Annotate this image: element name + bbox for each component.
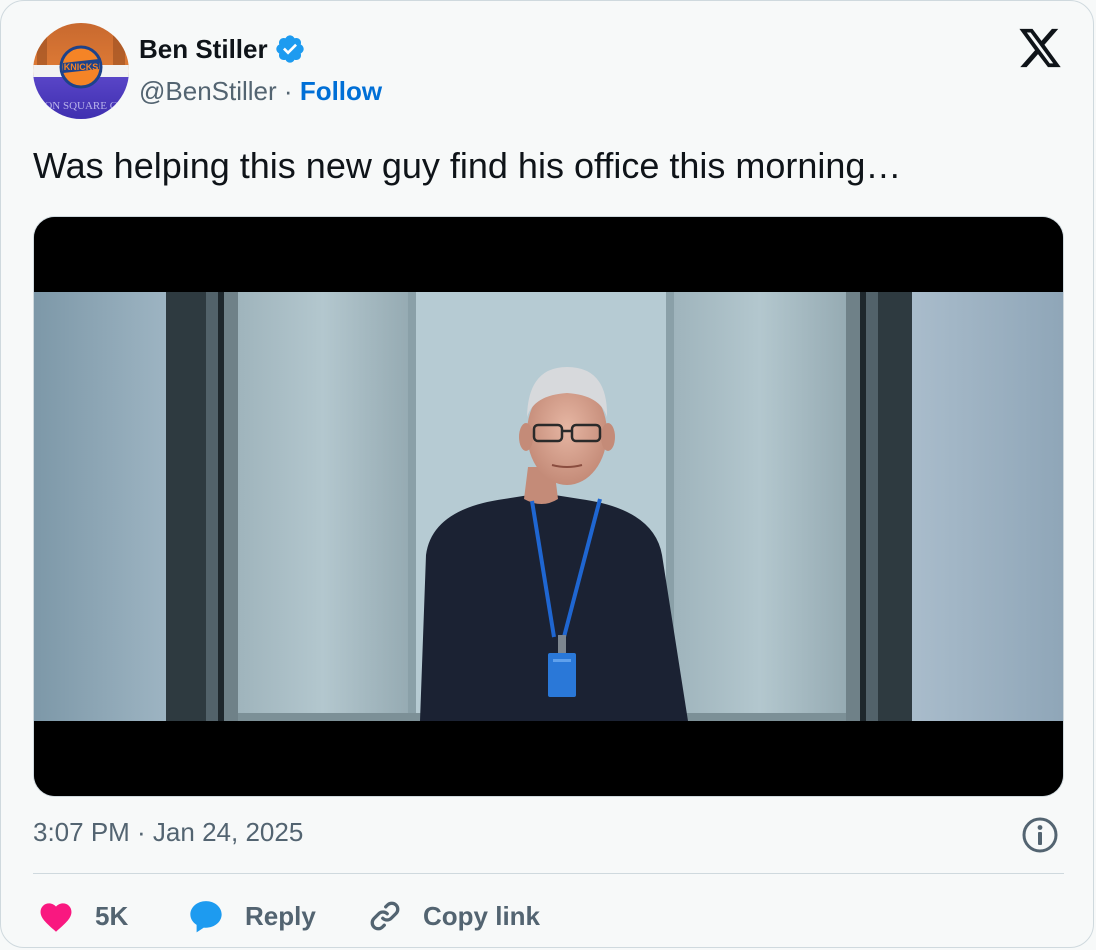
avatar-sign-text: ON SQUARE G [44, 100, 117, 112]
copy-link-button[interactable]: Copy link [367, 894, 540, 938]
tweet-text: Was helping this new guy find his office… [33, 145, 902, 186]
avatar-image: KNICKS ON SQUARE G [33, 23, 129, 119]
like-count: 5K [95, 900, 129, 931]
handle-separator: · [283, 76, 293, 106]
reply-label: Reply [245, 900, 316, 931]
video-still-image [34, 217, 1063, 796]
copy-link-label: Copy link [423, 900, 541, 931]
like-button[interactable]: 5K [37, 894, 128, 938]
link-icon [367, 898, 403, 934]
reply-button[interactable]: Reply [187, 894, 316, 938]
info-icon[interactable] [1021, 816, 1059, 854]
author-display-name[interactable]: Ben Stiller [139, 33, 268, 65]
author-handle-row: @BenStiller · Follow [139, 75, 382, 107]
author-name-row[interactable]: Ben Stiller [139, 33, 306, 65]
avatar[interactable]: KNICKS ON SQUARE G [33, 23, 129, 119]
tweet-card: KNICKS ON SQUARE G Ben Stiller @BenStill… [0, 0, 1094, 948]
tweet-timestamp[interactable]: 3:07 PM · Jan 24, 2025 [33, 815, 303, 849]
tweet-media-video[interactable] [33, 216, 1064, 797]
heart-icon [37, 899, 75, 933]
x-logo-icon[interactable] [1017, 27, 1063, 71]
divider [33, 873, 1064, 874]
follow-link[interactable]: Follow [300, 76, 382, 106]
verified-badge-icon [274, 33, 306, 65]
avatar-logo-text: KNICKS [64, 62, 99, 72]
speech-bubble-icon [187, 898, 225, 934]
author-handle[interactable]: @BenStiller [139, 76, 277, 106]
